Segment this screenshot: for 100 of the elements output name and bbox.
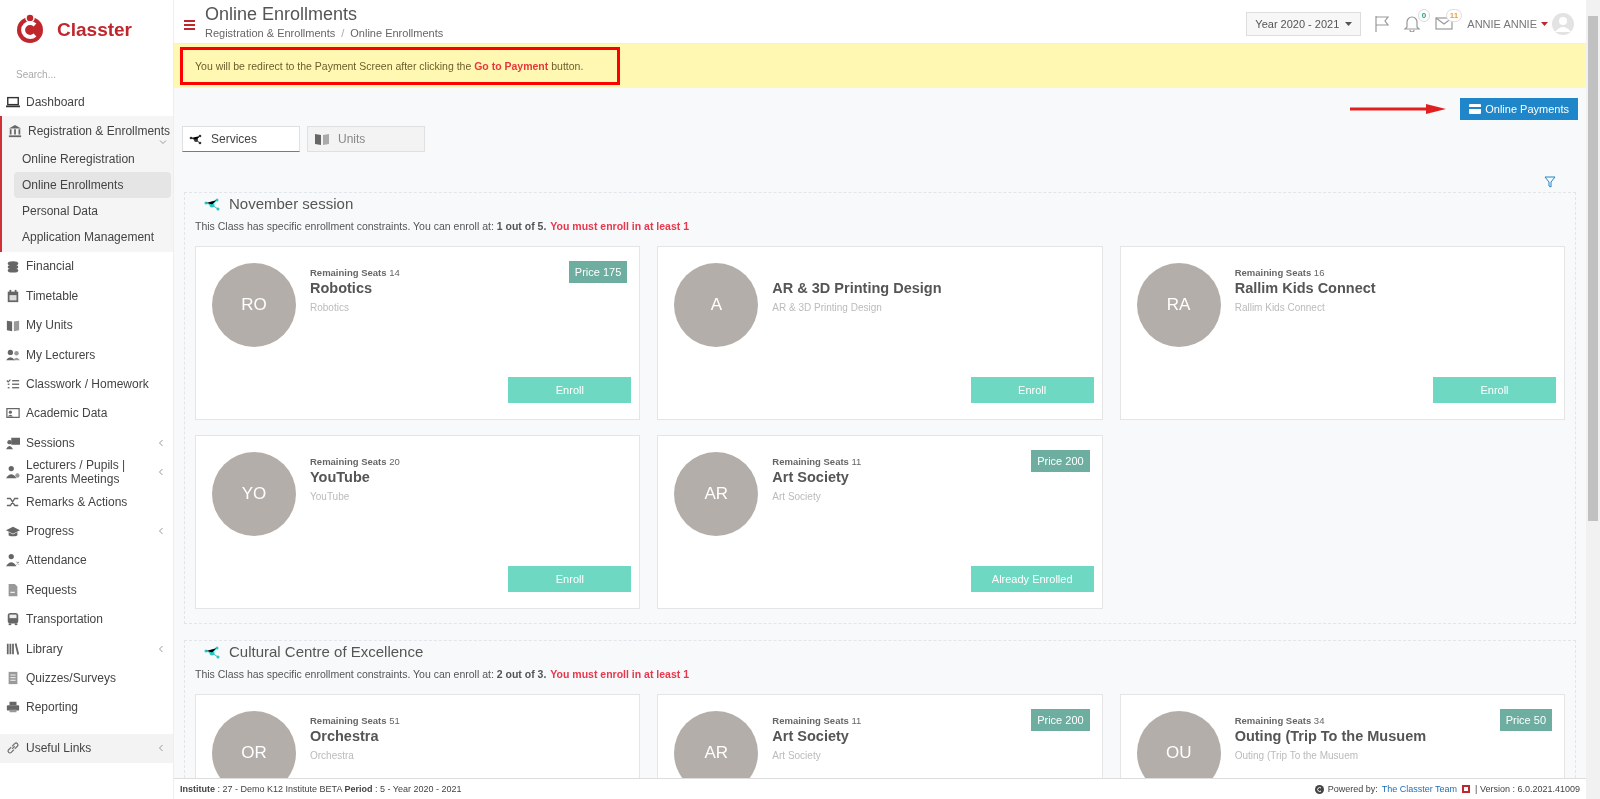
sidebar-item[interactable]: Academic Data (0, 398, 173, 429)
course-avatar: AR (674, 452, 759, 536)
session-title: November session (229, 195, 354, 212)
year-dropdown[interactable]: Year 2020 - 2021 (1246, 12, 1362, 36)
price-badge: Price 200 (1031, 709, 1090, 731)
presentation-icon (6, 435, 20, 450)
price-badge: Price 175 (568, 261, 628, 283)
chevron-icon (157, 644, 165, 653)
price-badge: Price 50 (1499, 709, 1552, 731)
course-avatar: RO (212, 263, 296, 347)
requirement-text: You must enroll in at least 1 (550, 220, 689, 232)
course-avatar: OU (1136, 711, 1221, 778)
tab[interactable]: Services (182, 126, 300, 152)
filter-icon[interactable] (1544, 176, 1556, 188)
team-link[interactable]: The Classter Team (1381, 784, 1458, 794)
caret-icon (1345, 22, 1353, 26)
course-avatar: YO (212, 452, 296, 536)
sidebar-item[interactable]: My Lecturers (0, 339, 173, 370)
course-subtitle: AR & 3D Printing Design (772, 302, 883, 313)
list-icon (6, 670, 20, 685)
price-badge: Price 200 (1031, 450, 1090, 472)
notification-count: 0 (1417, 9, 1431, 22)
sidebar-item[interactable]: Classwork / Homework (0, 369, 173, 399)
breadcrumb-item: Online Enrollments (350, 27, 444, 39)
person-icon (6, 465, 20, 480)
search-field[interactable]: Search... (14, 68, 158, 81)
breadcrumb-separator: / (341, 27, 345, 39)
submenu-item[interactable]: Application Management (14, 223, 171, 250)
sidebar-item[interactable]: Lecturers / Pupils | Parents Meetings (0, 457, 173, 487)
remaining-seats: Remaining Seats 11 (772, 456, 862, 467)
course-avatar: RA (1136, 263, 1221, 347)
brand-name: Classter (57, 19, 132, 41)
constraint-text: This Class has specific enrollment constraints. You can enroll at: 1 out of 5. (195, 220, 547, 232)
document-icon (6, 582, 20, 597)
course-name: AR & 3D Printing Design (772, 280, 942, 296)
course-subtitle: YouTube (310, 491, 351, 502)
course-name: Orchestra (310, 728, 380, 744)
id-card-icon (6, 406, 20, 421)
session-title: Cultural Centre of Excellence (229, 643, 424, 660)
remaining-seats: Remaining Seats 11 (772, 715, 862, 726)
sidebar-item[interactable]: Registration & Enrollments (2, 116, 173, 146)
institute-info: Institute : 27 - Demo K12 Institute BETA Period : 5 - Year 2020 - 2021 (180, 784, 463, 794)
useful-links-item[interactable]: Useful Links (0, 733, 173, 763)
breadcrumb-item[interactable]: Registration & Enrollments (205, 27, 336, 39)
user-name[interactable]: ANNIE ANNIE (1467, 18, 1537, 30)
chevron-icon (157, 527, 165, 535)
flag-icon[interactable] (1373, 15, 1392, 33)
caret-icon[interactable] (1541, 22, 1548, 26)
sidebar-item[interactable]: Progress (0, 516, 173, 546)
constraint-text: This Class has specific enrollment constraints. You can enroll at: 2 out of 3. (195, 668, 547, 680)
message-count: 11 (1445, 9, 1463, 22)
network-icon (203, 196, 221, 211)
remaining-seats: Remaining Seats 20 (310, 456, 400, 467)
sidebar-item[interactable]: My Units (0, 310, 173, 340)
remaining-seats: Remaining Seats 14 (310, 267, 400, 278)
network-icon (189, 133, 203, 145)
printer-icon (6, 700, 20, 715)
bus-icon (6, 612, 20, 627)
person-icon (6, 553, 20, 568)
remaining-seats: Remaining Seats 51 (310, 715, 400, 726)
sidebar-item[interactable]: Reporting (0, 692, 173, 723)
bell-icon[interactable] (1403, 14, 1422, 32)
sidebar-item[interactable]: Quizzes/Surveys (0, 663, 173, 693)
requirement-text: You must enroll in at least 1 (550, 668, 689, 680)
chevron-icon (157, 744, 165, 753)
course-subtitle: Orchestra (310, 750, 355, 761)
course-avatar: AR (674, 711, 759, 778)
sidebar-item[interactable]: Transportation (0, 604, 173, 634)
submenu-item[interactable]: Online Enrollments (14, 171, 171, 198)
course-name: YouTube (310, 469, 371, 485)
course-name: Outing (Trip To the Musuem (1234, 728, 1427, 744)
course-name: Art Society (772, 728, 850, 744)
course-name: Art Society (772, 469, 850, 485)
sidebar-item[interactable]: Sessions (0, 428, 173, 458)
calendar-icon (6, 288, 20, 303)
course-avatar: OR (212, 711, 296, 778)
submenu-item[interactable]: Online Reregistration (14, 145, 171, 172)
sidebar-item[interactable]: Attendance (0, 545, 173, 576)
sidebar-item[interactable]: Library (0, 633, 173, 664)
online-payments-button[interactable]: Online Payments (1460, 98, 1578, 120)
remaining-seats: Remaining Seats 16 (1234, 267, 1376, 278)
version-label: | Version : 6.0.2021.41009 (1475, 784, 1580, 794)
scrollbar[interactable] (1586, 0, 1600, 799)
course-subtitle: Outing (Trip To the Musuem (1234, 750, 1360, 761)
submenu-item[interactable]: Personal Data (14, 197, 171, 224)
course-subtitle: Rallim Kids Connect (1234, 302, 1326, 313)
sidebar-item[interactable]: Financial (0, 251, 173, 282)
network-icon (203, 644, 221, 659)
sidebar-item[interactable]: Dashboard (0, 87, 173, 117)
book-icon (6, 318, 20, 333)
sidebar-item[interactable]: Requests (0, 575, 173, 605)
link-icon (6, 741, 20, 756)
menu-icon[interactable] (184, 20, 195, 30)
course-subtitle: Art Society (772, 491, 822, 502)
course-name: Rallim Kids Connect (1234, 280, 1376, 296)
sidebar-item[interactable]: Timetable (0, 281, 173, 311)
chevron-icon (157, 468, 165, 477)
sidebar-item[interactable]: Remarks & Actions (0, 486, 173, 517)
monitor-icon (6, 94, 20, 109)
course-name: Robotics (310, 280, 374, 296)
